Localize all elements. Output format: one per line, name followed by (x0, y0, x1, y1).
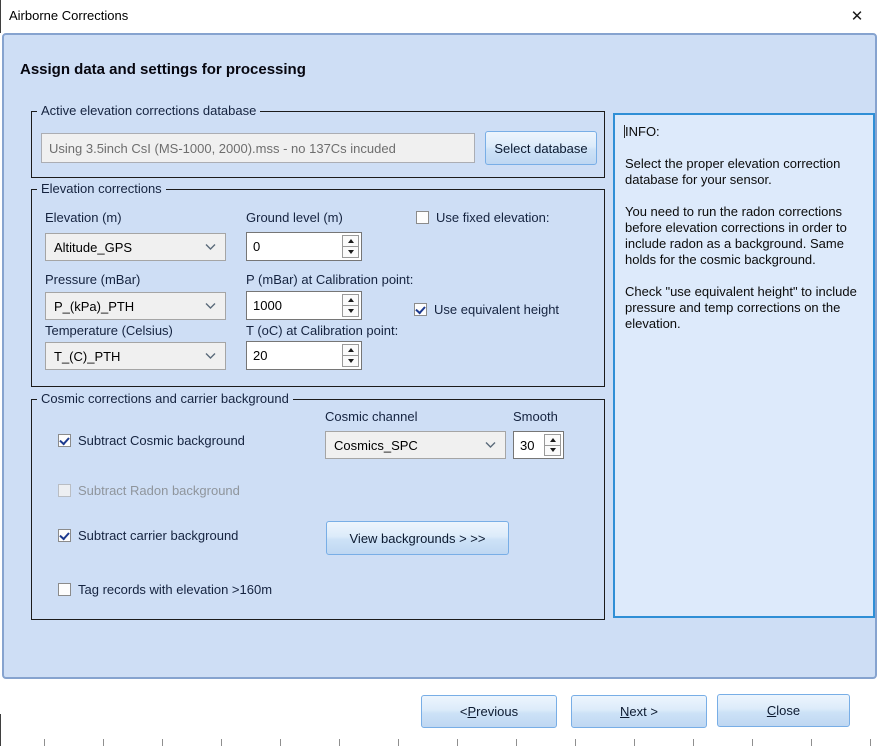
temperature-select-value: T_(C)_PTH (54, 349, 120, 364)
dialog-body: Assign data and settings for processing … (2, 33, 877, 679)
checkbox-box (58, 583, 71, 596)
checkmark-icon (59, 435, 69, 446)
pressure-select-value: P_(kPa)_PTH (54, 299, 134, 314)
use-fixed-elevation-checkbox[interactable]: Use fixed elevation: (416, 210, 549, 225)
smooth-label: Smooth (513, 409, 558, 424)
spinner-buttons[interactable] (342, 294, 359, 317)
close-button-rest: lose (776, 703, 800, 718)
checkmark-icon (415, 304, 425, 315)
info-panel: INFO: Select the proper elevation correc… (613, 113, 875, 618)
checkbox-box (414, 303, 427, 316)
spin-up-icon[interactable] (343, 295, 358, 305)
smooth-stepper[interactable]: 30 (513, 431, 564, 459)
cosmic-channel-label: Cosmic channel (325, 409, 418, 424)
spin-down-icon[interactable] (545, 445, 560, 456)
spin-up-icon[interactable] (545, 435, 560, 445)
spinner-buttons[interactable] (544, 434, 561, 456)
chevron-down-icon (205, 303, 216, 310)
spin-up-icon[interactable] (343, 345, 358, 355)
p-calibration-value: 1000 (253, 298, 282, 313)
p-calibration-label: P (mBar) at Calibration point: (246, 272, 413, 287)
temperature-label: Temperature (Celsius) (45, 323, 173, 338)
subtract-carrier-checkbox[interactable]: Subtract carrier background (58, 528, 238, 543)
checkbox-box (416, 211, 429, 224)
group-elevation-corrections: Elevation corrections Elevation (m) Grou… (31, 189, 605, 387)
use-fixed-elevation-label: Use fixed elevation: (436, 210, 549, 225)
spin-down-icon[interactable] (343, 305, 358, 316)
p-calibration-stepper[interactable]: 1000 (246, 291, 362, 320)
spinner-buttons[interactable] (342, 235, 359, 258)
window-left-edge-top (0, 0, 1, 33)
t-calibration-value: 20 (253, 348, 267, 363)
subtract-carrier-label: Subtract carrier background (78, 528, 238, 543)
chevron-down-icon (205, 353, 216, 360)
window-title: Airborne Corrections (9, 8, 128, 23)
group-active-database: Active elevation corrections database Us… (31, 111, 605, 178)
elevation-select-value: Altitude_GPS (54, 240, 132, 255)
view-backgrounds-button[interactable]: View backgrounds > >> (326, 521, 509, 555)
group-cosmic-corrections: Cosmic corrections and carrier backgroun… (31, 399, 605, 620)
t-calibration-stepper[interactable]: 20 (246, 341, 362, 370)
spinner-buttons[interactable] (342, 344, 359, 367)
info-paragraph: Select the proper elevation correction d… (625, 156, 863, 188)
elevation-label: Elevation (m) (45, 210, 122, 225)
close-button-mnemonic: C (767, 703, 776, 718)
use-equivalent-height-label: Use equivalent height (434, 302, 559, 317)
checkmark-icon (59, 530, 69, 541)
elevation-select[interactable]: Altitude_GPS (45, 233, 226, 261)
title-bar: Airborne Corrections ✕ (0, 0, 879, 33)
smooth-value: 30 (520, 438, 534, 453)
pressure-label: Pressure (mBar) (45, 272, 140, 287)
t-calibration-label: T (oC) at Calibration point: (246, 323, 398, 338)
info-paragraph: You need to run the radon corrections be… (625, 204, 863, 268)
cosmic-channel-select-value: Cosmics_SPC (334, 438, 418, 453)
group-cosmic-corrections-label: Cosmic corrections and carrier backgroun… (37, 391, 293, 406)
page-title: Assign data and settings for processing (20, 61, 306, 78)
subtract-radon-label: Subtract Radon background (78, 483, 240, 498)
next-button-mnemonic: N (620, 704, 629, 719)
previous-button[interactable]: < Previous (421, 695, 557, 728)
screen: Airborne Corrections ✕ Assign data and s… (0, 0, 879, 746)
group-elevation-corrections-label: Elevation corrections (37, 181, 166, 196)
next-button[interactable]: Next > (571, 695, 707, 728)
background-axis-ticks (0, 739, 879, 746)
tag-records-label: Tag records with elevation >160m (78, 582, 272, 597)
group-active-database-label: Active elevation corrections database (37, 103, 260, 118)
next-button-rest: ext > (629, 704, 658, 719)
ground-level-label: Ground level (m) (246, 210, 343, 225)
temperature-select[interactable]: T_(C)_PTH (45, 342, 226, 370)
text-caret (624, 125, 625, 138)
spin-down-icon[interactable] (343, 355, 358, 366)
checkbox-box (58, 484, 71, 497)
chevron-down-icon (485, 442, 496, 449)
pressure-select[interactable]: P_(kPa)_PTH (45, 292, 226, 320)
info-title: INFO: (625, 124, 863, 140)
use-equivalent-height-checkbox[interactable]: Use equivalent height (414, 302, 559, 317)
close-button[interactable]: Close (717, 694, 850, 727)
close-icon[interactable]: ✕ (836, 0, 878, 32)
cosmic-channel-select[interactable]: Cosmics_SPC (325, 431, 506, 459)
tag-records-checkbox[interactable]: Tag records with elevation >160m (58, 582, 272, 597)
checkbox-box (58, 434, 71, 447)
ground-level-value: 0 (253, 239, 260, 254)
database-path-field: Using 3.5inch CsI (MS-1000, 2000).mss - … (41, 133, 475, 163)
previous-button-mnemonic: P (468, 704, 477, 719)
spin-up-icon[interactable] (343, 236, 358, 246)
spin-down-icon[interactable] (343, 246, 358, 257)
select-database-button[interactable]: Select database (485, 131, 597, 165)
previous-button-rest: revious (476, 704, 518, 719)
info-paragraph: Check "use equivalent height" to include… (625, 284, 863, 332)
subtract-cosmic-checkbox[interactable]: Subtract Cosmic background (58, 433, 245, 448)
subtract-radon-checkbox: Subtract Radon background (58, 483, 240, 498)
ground-level-stepper[interactable]: 0 (246, 232, 362, 261)
subtract-cosmic-label: Subtract Cosmic background (78, 433, 245, 448)
previous-button-prefix: < (460, 704, 468, 719)
chevron-down-icon (205, 244, 216, 251)
checkbox-box (58, 529, 71, 542)
